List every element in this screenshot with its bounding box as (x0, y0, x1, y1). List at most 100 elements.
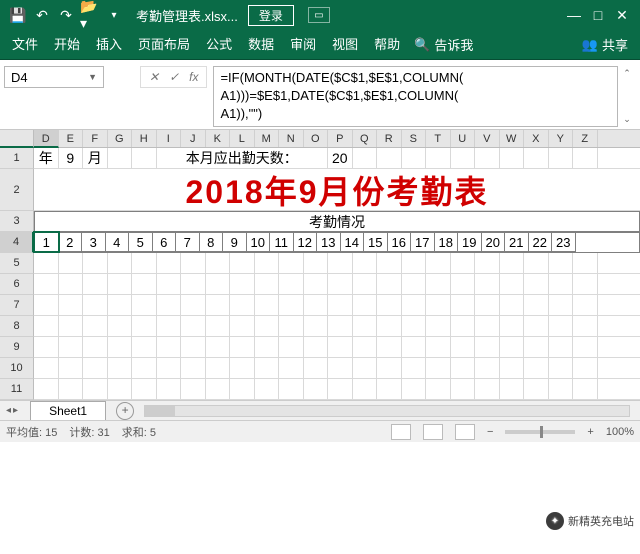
day-cell-12[interactable]: 12 (293, 232, 318, 252)
cell[interactable] (34, 274, 59, 294)
tab-file[interactable]: 文件 (4, 30, 46, 60)
tab-data[interactable]: 数据 (240, 30, 282, 60)
column-header-I[interactable]: I (157, 130, 182, 147)
cell[interactable] (83, 316, 108, 336)
cell[interactable] (108, 274, 133, 294)
cell[interactable] (132, 274, 157, 294)
cell[interactable] (108, 379, 133, 399)
new-sheet-button[interactable]: + (116, 402, 134, 420)
row-4-cells[interactable]: 1234567891011121314151617181920212223 (34, 232, 640, 253)
cell[interactable] (426, 337, 451, 357)
cell[interactable] (500, 337, 525, 357)
cell[interactable] (157, 253, 182, 273)
row-10-cells[interactable] (34, 358, 640, 379)
cell[interactable] (34, 358, 59, 378)
cell[interactable] (59, 337, 84, 357)
cell[interactable] (353, 274, 378, 294)
view-normal-icon[interactable] (391, 424, 411, 440)
day-cell-14[interactable]: 14 (340, 232, 365, 252)
cell[interactable] (304, 274, 329, 294)
cell[interactable] (304, 295, 329, 315)
ribbon-display-icon[interactable]: ▭ (308, 7, 330, 23)
cell[interactable] (377, 253, 402, 273)
sheet-tab-1[interactable]: Sheet1 (30, 401, 106, 420)
cell[interactable] (206, 358, 231, 378)
column-header-L[interactable]: L (230, 130, 255, 147)
cell[interactable] (328, 295, 353, 315)
cell[interactable] (83, 253, 108, 273)
row-header-1[interactable]: 1 (0, 148, 34, 169)
grid-rows[interactable]: 1年9月本月应出勤天数：2022018年9月份考勤表3考勤情况412345678… (0, 148, 640, 400)
column-header-V[interactable]: V (475, 130, 500, 147)
cell[interactable] (132, 379, 157, 399)
cell[interactable] (230, 316, 255, 336)
day-cell-13[interactable]: 13 (316, 232, 341, 252)
label-month[interactable]: 月 (83, 148, 108, 168)
cell[interactable] (132, 358, 157, 378)
cell[interactable] (549, 337, 574, 357)
cell[interactable] (328, 358, 353, 378)
cell[interactable] (34, 316, 59, 336)
cell[interactable] (402, 358, 427, 378)
cell[interactable] (206, 274, 231, 294)
cell[interactable] (549, 295, 574, 315)
label-year[interactable]: 年 (34, 148, 59, 168)
row-header-4[interactable]: 4 (0, 232, 34, 253)
day-cell-10[interactable]: 10 (246, 232, 271, 252)
formula-expand[interactable]: ⌃⌄ (618, 66, 636, 127)
tab-home[interactable]: 开始 (46, 30, 88, 60)
section-label-attendance[interactable]: 考勤情况 (35, 212, 639, 231)
cell[interactable] (132, 253, 157, 273)
chevron-down-icon[interactable]: ▼ (88, 72, 97, 82)
view-pagebreak-icon[interactable] (455, 424, 475, 440)
column-header-N[interactable]: N (279, 130, 304, 147)
cell[interactable] (59, 379, 84, 399)
cell[interactable] (524, 358, 549, 378)
cell[interactable] (402, 295, 427, 315)
cell[interactable] (230, 274, 255, 294)
cell[interactable] (451, 316, 476, 336)
cell[interactable] (328, 337, 353, 357)
cell[interactable] (304, 316, 329, 336)
cell[interactable] (181, 358, 206, 378)
qat-more-icon[interactable]: ▾ (104, 5, 124, 25)
cell[interactable] (573, 337, 598, 357)
cell[interactable] (59, 316, 84, 336)
cell[interactable] (426, 379, 451, 399)
cell[interactable] (108, 316, 133, 336)
formula-input[interactable]: =IF(MONTH(DATE($C$1,$E$1,COLUMN( A1)))=$… (213, 66, 618, 127)
cell[interactable] (549, 253, 574, 273)
open-icon[interactable]: 📂▾ (80, 5, 100, 25)
view-layout-icon[interactable] (423, 424, 443, 440)
cell[interactable] (83, 358, 108, 378)
cell[interactable] (377, 274, 402, 294)
cell[interactable] (108, 253, 133, 273)
cell[interactable] (34, 253, 59, 273)
cell[interactable] (279, 337, 304, 357)
login-button[interactable]: 登录 (248, 5, 294, 26)
cell[interactable] (475, 379, 500, 399)
cell[interactable] (328, 274, 353, 294)
cell[interactable] (402, 337, 427, 357)
day-cell-8[interactable]: 8 (199, 232, 224, 252)
cell[interactable] (377, 337, 402, 357)
cell[interactable] (353, 253, 378, 273)
row-8-cells[interactable] (34, 316, 640, 337)
cell[interactable] (34, 295, 59, 315)
row-11-cells[interactable] (34, 379, 640, 400)
cell[interactable] (206, 337, 231, 357)
cell[interactable] (328, 316, 353, 336)
cell[interactable] (279, 253, 304, 273)
day-cell-5[interactable]: 5 (128, 232, 153, 252)
column-header-Y[interactable]: Y (549, 130, 574, 147)
cell[interactable] (573, 379, 598, 399)
undo-icon[interactable]: ↶ (32, 5, 52, 25)
day-cell-9[interactable]: 9 (222, 232, 247, 252)
cell[interactable] (206, 316, 231, 336)
tab-layout[interactable]: 页面布局 (130, 30, 198, 60)
tab-view[interactable]: 视图 (324, 30, 366, 60)
cell[interactable] (108, 358, 133, 378)
column-header-G[interactable]: G (108, 130, 133, 147)
cell[interactable] (377, 295, 402, 315)
cell[interactable] (83, 379, 108, 399)
